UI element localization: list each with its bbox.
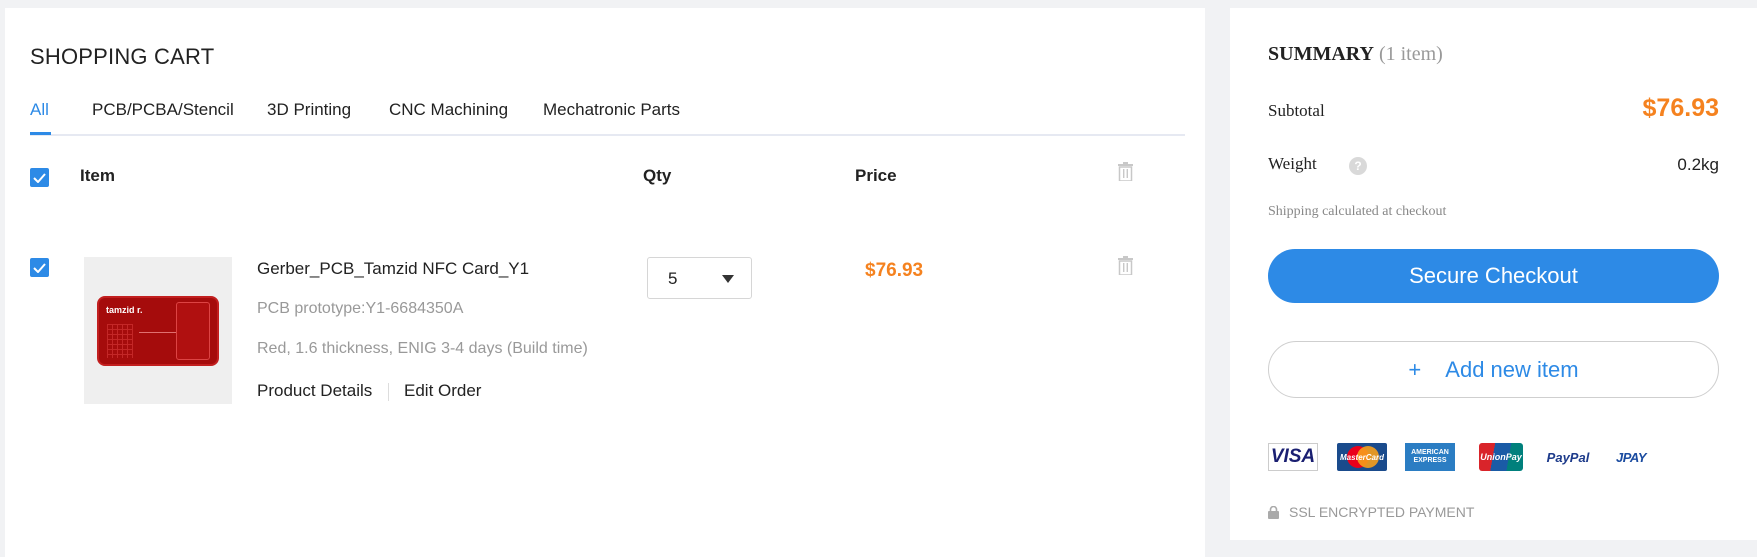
product-description: Red, 1.6 thickness, ENIG 3-4 days (Build… bbox=[257, 340, 588, 357]
pcb-image: tamzid r. bbox=[97, 295, 219, 366]
quantity-value: 5 bbox=[668, 269, 678, 288]
summary-panel: SUMMARY (1 item) Subtotal $76.93 Weight … bbox=[1230, 8, 1757, 540]
column-header-item: Item bbox=[80, 166, 115, 185]
tab-3d-printing[interactable]: 3D Printing bbox=[267, 100, 351, 120]
mastercard-text: MasterCard bbox=[1339, 452, 1384, 462]
select-all-checkbox[interactable] bbox=[30, 168, 49, 187]
active-tab-indicator bbox=[30, 132, 51, 135]
edit-order-link[interactable]: Edit Order bbox=[404, 381, 481, 401]
tab-all[interactable]: All bbox=[30, 100, 49, 120]
summary-item-count: (1 item) bbox=[1378, 43, 1443, 65]
unionpay-text: UnionPay bbox=[1480, 452, 1522, 462]
secure-checkout-button[interactable]: Secure Checkout bbox=[1268, 249, 1719, 303]
ssl-notice: SSL ENCRYPTED PAYMENT bbox=[1268, 504, 1474, 520]
item-checkbox[interactable] bbox=[30, 258, 49, 277]
product-details-link[interactable]: Product Details bbox=[257, 381, 372, 401]
plus-icon: + bbox=[1408, 356, 1422, 382]
tab-cnc-machining[interactable]: CNC Machining bbox=[389, 100, 508, 120]
shipping-note: Shipping calculated at checkout bbox=[1268, 204, 1447, 219]
pcb-pattern bbox=[107, 323, 133, 358]
pcb-trace bbox=[139, 331, 179, 333]
weight-label: Weight bbox=[1268, 154, 1317, 173]
visa-text: VISA bbox=[1270, 446, 1316, 467]
delete-selected-button[interactable] bbox=[1117, 162, 1134, 186]
page-title: SHOPPING CART bbox=[30, 44, 215, 69]
amex-logo: AMERICAN EXPRESS bbox=[1405, 443, 1455, 471]
item-price: $76.93 bbox=[865, 260, 924, 281]
mastercard-logo: MasterCard bbox=[1337, 443, 1387, 471]
delete-item-button[interactable] bbox=[1117, 256, 1134, 280]
summary-heading: SUMMARY bbox=[1268, 43, 1374, 65]
ssl-label: SSL ENCRYPTED PAYMENT bbox=[1289, 504, 1475, 520]
product-thumbnail[interactable]: tamzid r. bbox=[84, 257, 232, 404]
subtotal-label: Subtotal bbox=[1268, 101, 1325, 120]
paypal-text: PayPal bbox=[1546, 449, 1590, 465]
product-subtitle: PCB prototype:Y1-6684350A bbox=[257, 300, 464, 317]
trash-icon bbox=[1118, 256, 1133, 276]
subtotal-value: $76.93 bbox=[1642, 94, 1719, 122]
add-new-item-button[interactable]: + Add new item bbox=[1268, 341, 1719, 398]
summary-title: SUMMARY (1 item) bbox=[1268, 43, 1443, 66]
weight-value: 0.2kg bbox=[1677, 155, 1719, 174]
check-icon bbox=[33, 172, 46, 183]
jpay-logo: JPAY bbox=[1606, 443, 1656, 471]
unionpay-logo: UnionPay bbox=[1479, 443, 1523, 471]
paypal-logo: PayPal bbox=[1543, 443, 1593, 471]
cart-panel: SHOPPING CART All PCB/PCBA/Stencil 3D Pr… bbox=[5, 8, 1205, 557]
column-header-price: Price bbox=[855, 166, 897, 185]
tab-mechatronic-parts[interactable]: Mechatronic Parts bbox=[543, 100, 680, 120]
pcb-antenna bbox=[176, 301, 210, 360]
link-divider bbox=[388, 383, 389, 401]
pcb-silkscreen-text: tamzid r. bbox=[106, 304, 143, 315]
check-icon bbox=[33, 262, 46, 273]
help-icon[interactable]: ? bbox=[1349, 157, 1367, 175]
category-tabs: All PCB/PCBA/Stencil 3D Printing CNC Mac… bbox=[30, 92, 1185, 136]
chevron-down-icon bbox=[722, 275, 734, 283]
lock-icon bbox=[1268, 505, 1279, 519]
jpay-text: JPAY bbox=[1615, 449, 1647, 465]
column-header-qty: Qty bbox=[643, 166, 672, 185]
visa-logo: VISA bbox=[1268, 443, 1318, 471]
quantity-select[interactable]: 5 bbox=[647, 257, 752, 299]
product-name: Gerber_PCB_Tamzid NFC Card_Y1 bbox=[257, 259, 530, 278]
tab-pcb-pcba-stencil[interactable]: PCB/PCBA/Stencil bbox=[92, 100, 234, 120]
trash-icon bbox=[1118, 162, 1133, 182]
amex-text: AMERICAN EXPRESS bbox=[1411, 449, 1449, 464]
add-new-item-label: Add new item bbox=[1445, 356, 1579, 382]
